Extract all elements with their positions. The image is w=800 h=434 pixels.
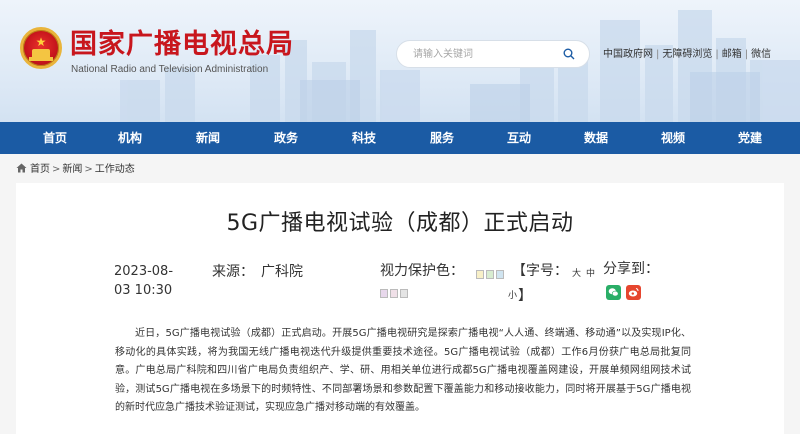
eye-color-swatch-blue[interactable]	[496, 270, 504, 279]
site-title[interactable]: 国家广播电视总局	[70, 30, 294, 60]
wechat-share-icon[interactable]	[606, 285, 621, 300]
weibo-share-icon[interactable]	[626, 285, 641, 300]
breadcrumb: 首页 > 新闻 > 工作动态	[16, 163, 135, 177]
eye-color-swatch-pink[interactable]	[390, 289, 398, 298]
search-box	[396, 40, 590, 68]
article-title: 5G广播电视试验（成都）正式启动	[226, 211, 574, 236]
eye-color-swatch-gray[interactable]	[400, 289, 408, 298]
font-size-medium[interactable]: 中	[586, 269, 595, 280]
top-links: 中国政府网 | 无障碍浏览 | 邮箱 | 微信	[603, 48, 771, 62]
breadcrumb-separator: >	[52, 164, 61, 175]
nav-item-home[interactable]: 首页	[25, 122, 85, 154]
nav-item-data[interactable]: 数据	[566, 122, 626, 154]
font-size-label: 【字号：	[512, 263, 568, 279]
divider: |	[656, 49, 660, 60]
eye-color-swatch-yellow[interactable]	[476, 270, 484, 279]
source-value: 广科院	[261, 264, 303, 280]
eye-protection-label: 视力保护色：	[380, 263, 464, 279]
link-mailbox[interactable]: 邮箱	[722, 49, 742, 60]
article-paragraph: 近日，5G广播电视试验（成都）正式启动。开展5G广播电视研究是探索广播电视“人人…	[115, 328, 691, 414]
breadcrumb-separator: >	[84, 164, 93, 175]
nav-item-news[interactable]: 新闻	[178, 122, 238, 154]
nav-item-video[interactable]: 视频	[643, 122, 703, 154]
article-body: 近日，5G广播电视试验（成都）正式启动。开展5G广播电视研究是探索广播电视“人人…	[115, 325, 691, 418]
eye-color-swatch-purple[interactable]	[380, 289, 388, 298]
nav-item-technology[interactable]: 科技	[334, 122, 394, 154]
site-header: ★ 国家广播电视总局 National Radio and Television…	[0, 0, 800, 122]
font-size-large[interactable]: 大	[572, 269, 581, 280]
publish-date: 2023-08-03 10:30	[114, 264, 174, 298]
search-input[interactable]	[413, 46, 553, 62]
search-icon[interactable]	[563, 48, 575, 60]
link-gov-portal[interactable]: 中国政府网	[603, 49, 653, 60]
nav-item-interaction[interactable]: 互动	[489, 122, 549, 154]
nav-item-party-building[interactable]: 党建	[720, 122, 780, 154]
divider: |	[744, 49, 749, 60]
source-label: 来源：	[212, 264, 254, 280]
main-nav: 首页 机构 新闻 政务 科技 服务 互动 数据 视频 党建	[0, 122, 800, 154]
eye-color-swatch-green[interactable]	[486, 270, 494, 279]
link-wechat[interactable]: 微信	[751, 49, 771, 60]
share-label: 分享到：	[603, 261, 659, 277]
nav-item-government-affairs[interactable]: 政务	[256, 122, 316, 154]
breadcrumb-news[interactable]: 新闻	[62, 164, 82, 175]
font-size-small[interactable]: 小	[508, 291, 517, 302]
font-size-bracket: 】	[518, 288, 532, 304]
home-icon	[16, 163, 27, 173]
breadcrumb-home[interactable]: 首页	[30, 164, 50, 175]
article-card: 5G广播电视试验（成都）正式启动 2023-08-03 10:30 来源： 广科…	[16, 183, 784, 434]
divider: |	[715, 49, 719, 60]
breadcrumb-work-updates[interactable]: 工作动态	[95, 164, 135, 175]
nav-item-services[interactable]: 服务	[412, 122, 472, 154]
site-subtitle: National Radio and Television Administra…	[71, 64, 269, 75]
national-emblem-logo: ★	[20, 27, 62, 69]
nav-item-institutions[interactable]: 机构	[100, 122, 160, 154]
link-accessibility[interactable]: 无障碍浏览	[662, 49, 712, 60]
